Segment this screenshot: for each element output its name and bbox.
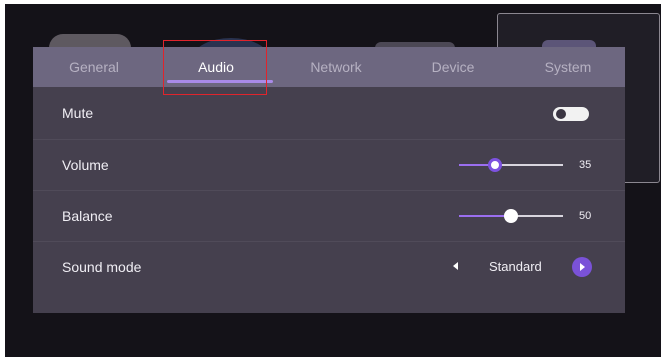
mute-label: Mute bbox=[62, 105, 94, 121]
balance-label: Balance bbox=[62, 208, 113, 224]
toggle-knob bbox=[556, 109, 566, 119]
balance-value: 50 bbox=[579, 210, 592, 222]
sound-mode-value: Standard bbox=[489, 259, 542, 274]
settings-panel: General Audio Network Device System Mute… bbox=[33, 47, 625, 313]
mute-row: Mute bbox=[33, 88, 625, 139]
chevron-right-icon[interactable] bbox=[572, 257, 592, 277]
volume-slider[interactable] bbox=[459, 158, 563, 172]
chevron-left-icon[interactable] bbox=[453, 262, 458, 270]
volume-label: Volume bbox=[62, 157, 109, 173]
sound-mode-label: Sound mode bbox=[62, 259, 142, 275]
balance-slider-thumb[interactable] bbox=[504, 209, 518, 223]
settings-tab-bar: General Audio Network Device System bbox=[33, 47, 625, 87]
sound-mode-row: Sound mode Standard bbox=[33, 241, 625, 293]
volume-row: Volume 35 bbox=[33, 139, 625, 191]
mute-toggle[interactable] bbox=[553, 107, 589, 121]
tab-system[interactable]: System bbox=[511, 47, 625, 87]
balance-slider[interactable] bbox=[459, 209, 563, 223]
tab-network[interactable]: Network bbox=[277, 47, 395, 87]
balance-row: Balance 50 bbox=[33, 190, 625, 242]
volume-value: 35 bbox=[579, 159, 592, 171]
volume-slider-thumb[interactable] bbox=[488, 158, 503, 172]
active-tab-indicator bbox=[167, 80, 273, 83]
tab-device[interactable]: Device bbox=[395, 47, 511, 87]
tab-general[interactable]: General bbox=[33, 47, 155, 87]
